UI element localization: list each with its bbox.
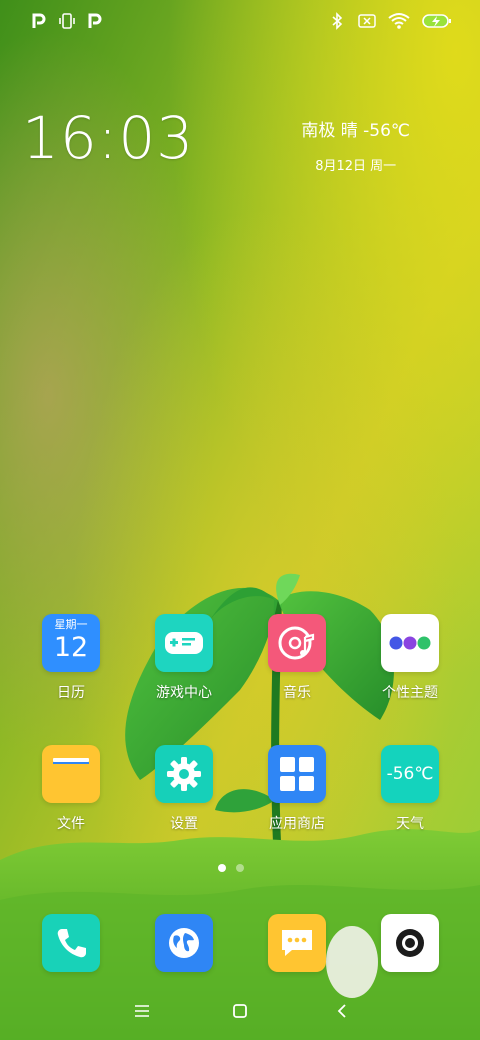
app-game-center[interactable]: 游戏中心 (134, 614, 234, 702)
vibrate-icon (59, 13, 75, 29)
app-store-grid-icon (268, 745, 326, 803)
p-notification-icon (88, 13, 102, 28)
app-app-store[interactable]: 应用商店 (247, 745, 347, 833)
app-label-themes: 个性主题 (382, 685, 438, 701)
bluetooth-icon (332, 12, 343, 30)
weather-app-temp: -56℃ (386, 764, 434, 784)
app-label-music: 音乐 (283, 685, 311, 701)
battery-charging-icon (422, 14, 451, 28)
p-notification-icon (32, 13, 46, 28)
status-bar-right (328, 12, 452, 30)
app-calendar[interactable]: 星期一 12 日历 (21, 614, 121, 702)
no-sim-icon (358, 14, 376, 28)
status-bar-left (30, 12, 104, 30)
home-icon[interactable] (228, 1000, 252, 1022)
page-indicator (218, 864, 244, 872)
app-settings[interactable]: 设置 (134, 745, 234, 833)
camera-icon (381, 914, 439, 972)
app-label-app-store: 应用商店 (269, 816, 325, 832)
page-dot-active (218, 864, 226, 872)
weather-widget[interactable]: 南极 晴 -56℃ 8月12日 周一 (301, 116, 410, 174)
message-icon (268, 914, 326, 972)
app-themes[interactable]: 个性主题 (360, 614, 460, 702)
wifi-icon (388, 13, 410, 29)
phone-icon (42, 914, 100, 972)
dock-browser[interactable] (134, 914, 234, 972)
calendar-icon: 星期一 12 (42, 614, 100, 672)
folder-icon (42, 745, 100, 803)
calendar-day: 12 (53, 632, 89, 663)
back-icon[interactable] (330, 1000, 354, 1022)
app-label-game-center: 游戏中心 (156, 685, 212, 701)
menu-icon[interactable] (130, 1000, 154, 1022)
theme-dots-icon (381, 614, 439, 672)
navigation-bar (0, 996, 480, 1026)
dock-phone[interactable] (21, 914, 121, 972)
app-files[interactable]: 文件 (21, 745, 121, 833)
gamepad-icon (155, 614, 213, 672)
dock-camera[interactable] (360, 914, 460, 972)
app-label-calendar: 日历 (57, 685, 85, 701)
music-disc-icon (268, 614, 326, 672)
app-weather[interactable]: -56℃ 天气 (360, 745, 460, 833)
clock-time[interactable]: 16:03 (22, 104, 194, 172)
gear-icon (155, 745, 213, 803)
weather-location-text: 南极 晴 -56℃ (301, 121, 410, 141)
globe-icon (155, 914, 213, 972)
calendar-weekday: 星期一 (54, 618, 88, 631)
page-dot (236, 864, 244, 872)
app-label-weather: 天气 (396, 816, 424, 832)
app-music[interactable]: 音乐 (247, 614, 347, 702)
dock-messages[interactable] (247, 914, 347, 972)
app-label-settings: 设置 (170, 816, 198, 832)
weather-date-text: 8月12日 周一 (315, 159, 397, 174)
status-bar (0, 0, 480, 42)
app-label-files: 文件 (57, 816, 85, 832)
weather-temp-icon: -56℃ (381, 745, 439, 803)
